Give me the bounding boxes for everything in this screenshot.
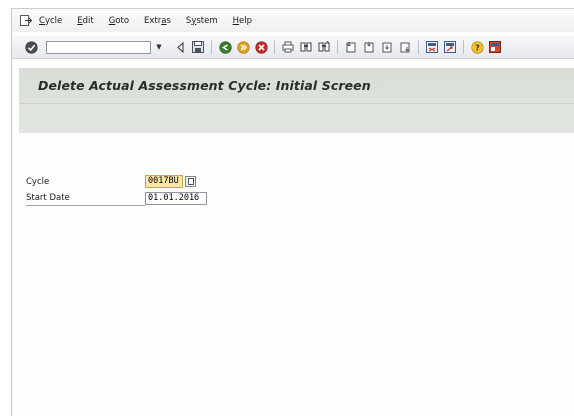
collapse-arrow-icon[interactable] [172, 39, 188, 55]
find-next-icon[interactable] [316, 39, 332, 55]
sap-window: Cycle Edit Goto Extras System Help ▼ ? D… [11, 8, 574, 416]
toolbar-separator [418, 40, 419, 54]
title-band: Delete Actual Assessment Cycle: Initial … [19, 68, 574, 103]
cycle-input[interactable]: 0017BU [145, 175, 183, 188]
first-page-icon[interactable] [343, 39, 359, 55]
cancel-icon[interactable] [253, 39, 269, 55]
page-title: Delete Actual Assessment Cycle: Initial … [38, 78, 371, 93]
toolbar-separator [463, 40, 464, 54]
next-page-icon[interactable] [379, 39, 395, 55]
print-icon[interactable] [280, 39, 296, 55]
menu-system[interactable]: System [186, 16, 218, 26]
toolbar-separator [337, 40, 338, 54]
menu-extras-post: s [166, 15, 171, 26]
find-icon[interactable] [298, 39, 314, 55]
enter-checkmark-icon[interactable] [23, 39, 39, 55]
previous-page-icon[interactable] [361, 39, 377, 55]
exit-menu-icon[interactable] [20, 15, 33, 26]
save-icon[interactable] [190, 39, 206, 55]
menu-bar: Cycle Edit Goto Extras System Help [12, 9, 574, 32]
menu-help[interactable]: Help [233, 16, 252, 26]
layout-menu-icon[interactable] [487, 39, 503, 55]
menu-cycle[interactable]: Cycle [39, 16, 62, 26]
start-date-row: Start Date 01.01.2016 [26, 190, 207, 207]
menu-goto[interactable]: Goto [109, 16, 129, 26]
application-toolbar [19, 103, 574, 133]
menu-help-post: elp [239, 15, 253, 26]
standard-toolbar: ▼ ? [12, 36, 574, 59]
menu-extras[interactable]: Extras [144, 16, 171, 26]
menu-system-post: stem [196, 15, 218, 26]
selection-form: Cycle 0017BU Start Date 01.01.2016 [26, 173, 207, 207]
menu-edit-post: dit [82, 15, 94, 26]
back-icon[interactable] [217, 39, 233, 55]
last-page-icon[interactable] [397, 39, 413, 55]
start-date-label: Start Date [26, 191, 145, 206]
exit-icon[interactable] [235, 39, 251, 55]
value-help-icon[interactable] [185, 176, 196, 187]
toolbar-separator [211, 40, 212, 54]
cycle-label: Cycle [26, 176, 50, 187]
toolbar-separator [274, 40, 275, 54]
command-field[interactable] [46, 40, 151, 54]
menu-goto-post: oto [115, 15, 130, 26]
svg-text:?: ? [475, 43, 480, 52]
help-icon[interactable]: ? [469, 39, 485, 55]
menu-extras-pre: Extr [144, 15, 162, 26]
shortcut-icon[interactable] [442, 39, 458, 55]
cycle-row: Cycle 0017BU [26, 173, 207, 190]
menu-cycle-post: ycle [44, 15, 63, 26]
create-session-icon[interactable] [424, 39, 440, 55]
menu-edit[interactable]: Edit [77, 16, 93, 26]
command-dropdown-icon[interactable]: ▼ [151, 41, 167, 54]
start-date-input[interactable]: 01.01.2016 [145, 192, 207, 205]
title-area: Delete Actual Assessment Cycle: Initial … [19, 68, 574, 133]
